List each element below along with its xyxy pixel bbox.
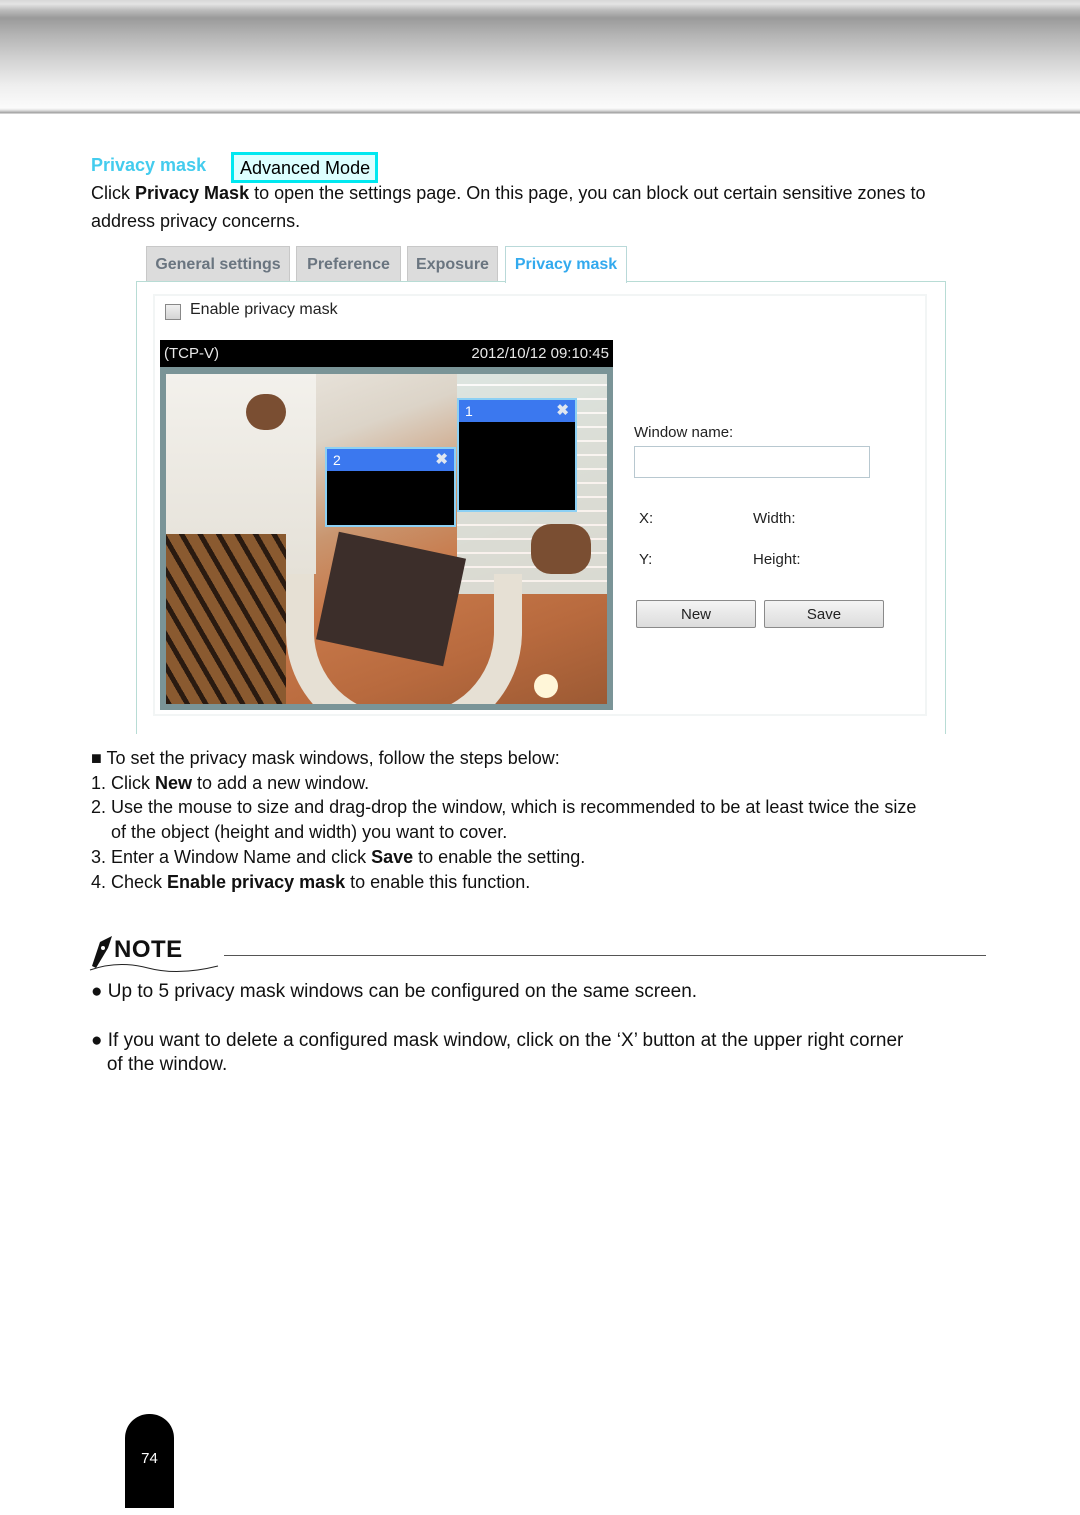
steps-intro: ■ To set the privacy mask windows, follo… [91, 748, 560, 768]
privacy-mask-window-2[interactable]: 2 ✖ [325, 447, 456, 527]
page-number-tab: 74 [125, 1414, 174, 1508]
mask-window-number: 1 [465, 403, 473, 419]
scene-armchair [531, 524, 591, 574]
note-heading: NOTE [88, 932, 220, 976]
scene-armchair [246, 394, 286, 430]
steps-list: ■ To set the privacy mask windows, follo… [91, 746, 996, 894]
live-video-viewer[interactable]: (TCP-V) 2012/10/12 09:10:45 1 ✖ 2 ✖ [160, 340, 613, 710]
close-icon[interactable]: ✖ [435, 449, 448, 471]
scene-sofa [286, 574, 522, 704]
x-label: X: [639, 510, 654, 527]
step-text: of the object (height and width) you wan… [91, 822, 508, 843]
step-bold: Save [371, 846, 414, 867]
intro-bold: Privacy Mask [135, 183, 250, 203]
step-bold: New [155, 772, 193, 793]
width-label: Width: [753, 510, 796, 527]
step-item: of the object (height and width) you wan… [91, 820, 996, 845]
intro-prefix: Click [91, 183, 135, 203]
video-timestamp: 2012/10/12 09:10:45 [471, 345, 609, 362]
window-name-input[interactable] [634, 446, 870, 478]
y-label: Y: [639, 551, 653, 568]
window-name-label: Window name: [634, 424, 734, 441]
step-text: 3. Enter a Window Name and click [91, 846, 372, 867]
privacy-mask-window-1[interactable]: 1 ✖ [457, 398, 577, 512]
enable-privacy-mask-checkbox[interactable] [165, 304, 181, 320]
tab-privacy-mask[interactable]: Privacy mask [505, 246, 627, 283]
video-source-label: (TCP-V) [164, 345, 219, 362]
new-button[interactable]: New [636, 600, 756, 628]
intro-paragraph-line2: address privacy concerns. [91, 211, 301, 231]
close-icon[interactable]: ✖ [556, 400, 569, 422]
viewer-title-bar: (TCP-V) 2012/10/12 09:10:45 [160, 340, 613, 367]
step-item: 4. Check Enable privacy mask to enable t… [91, 870, 996, 895]
scene-lamp [534, 674, 558, 698]
note-bullet: ● If you want to delete a configured mas… [91, 1030, 904, 1051]
note-title: NOTE [114, 936, 183, 963]
tab-preference[interactable]: Preference [296, 246, 401, 281]
tab-general-settings[interactable]: General settings [146, 246, 290, 281]
scene-staircase [166, 534, 286, 704]
mask-window-number: 2 [333, 452, 341, 468]
mask-window-header[interactable]: 1 ✖ [459, 400, 575, 422]
section-title: Privacy mask [91, 155, 207, 175]
step-item: 1. Click New to add a new window. [91, 771, 996, 796]
step-text: to enable the setting. [413, 846, 586, 867]
step-text: to enable this function. [345, 871, 531, 892]
note-bullet-continuation: of the window. [91, 1054, 228, 1075]
advanced-mode-badge: Advanced Mode [231, 152, 379, 183]
step-text: to add a new window. [192, 772, 370, 793]
settings-screenshot: General settings Preference Exposure Pri… [136, 246, 946, 736]
tab-exposure[interactable]: Exposure [407, 246, 498, 281]
page-number: 74 [141, 1450, 158, 1467]
height-label: Height: [753, 551, 801, 568]
save-button[interactable]: Save [764, 600, 884, 628]
step-text: 2. Use the mouse to size and drag-drop t… [91, 797, 917, 818]
step-text: 4. Check [91, 871, 168, 892]
step-text: 1. Click [91, 772, 156, 793]
intro-paragraph: Click Privacy Mask to open the settings … [91, 182, 926, 204]
enable-privacy-mask-label: Enable privacy mask [190, 301, 338, 318]
mask-window-header[interactable]: 2 ✖ [327, 449, 454, 471]
page-header-band [0, 0, 1080, 114]
step-item: 3. Enter a Window Name and click Save to… [91, 845, 996, 870]
intro-suffix: to open the settings page. On this page,… [249, 183, 926, 203]
note-divider [224, 955, 986, 956]
step-bold: Enable privacy mask [167, 871, 346, 892]
step-item: 2. Use the mouse to size and drag-drop t… [91, 795, 996, 820]
note-bullet: ● Up to 5 privacy mask windows can be co… [91, 981, 698, 1002]
